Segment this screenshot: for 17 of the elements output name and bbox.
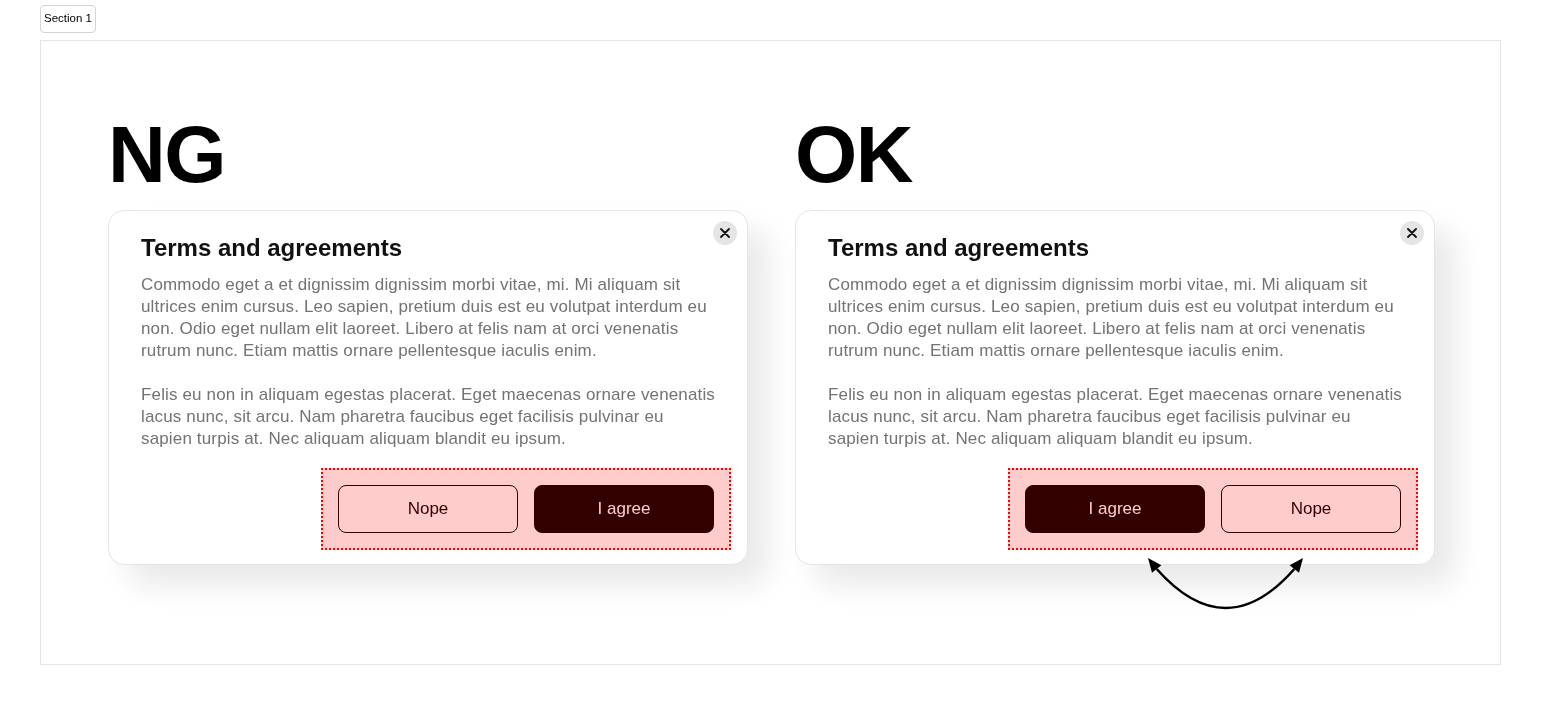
panel-heading: NG <box>108 115 225 195</box>
dialog-title: Terms and agreements <box>141 233 402 263</box>
close-button[interactable] <box>1400 221 1424 245</box>
close-icon <box>1407 228 1417 238</box>
dialog-paragraph: Felis eu non in aliquam egestas placerat. Eget maecenas ornare venenatis lacus nunc, sit arcu. Nam pharetra faucibus eget facilisis pulvinar eu sapien turpis at. Nec aliquam aliquam blandit eu ipsum. <box>141 384 717 450</box>
close-icon <box>720 228 730 238</box>
decline-button[interactable]: Nope <box>338 485 518 533</box>
agree-button[interactable]: I agree <box>534 485 714 533</box>
decline-button[interactable]: Nope <box>1221 485 1401 533</box>
dialog-paragraph: Commodo eget a et dignissim dignissim morbi vitae, mi. Mi aliquam sit ultrices enim cursus. Leo sapien, pretium duis est eu volutpat interdum eu non. Odio eget nullam elit laoreet. Libero at felis nam at orci venenatis rutrum nunc. Etiam mattis ornare pellentesque iaculis enim. <box>828 274 1395 362</box>
dialog-paragraph: Felis eu non in aliquam egestas placerat. Eget maecenas ornare venenatis lacus nunc, sit arcu. Nam pharetra faucibus eget facilisis pulvinar eu sapien turpis at. Nec aliquam aliquam blandit eu ipsum. <box>828 384 1404 450</box>
close-button[interactable] <box>713 221 737 245</box>
dialog-title: Terms and agreements <box>828 233 1089 263</box>
agree-button[interactable]: I agree <box>1025 485 1205 533</box>
dialog-paragraph: Commodo eget a et dignissim dignissim morbi vitae, mi. Mi aliquam sit ultrices enim cursus. Leo sapien, pretium duis est eu volutpat interdum eu non. Odio eget nullam elit laoreet. Libero at felis nam at orci venenatis rutrum nunc. Etiam mattis ornare pellentesque iaculis enim. <box>141 274 708 362</box>
section-tab[interactable]: Section 1 <box>40 5 96 33</box>
panel-heading: OK <box>795 115 912 195</box>
